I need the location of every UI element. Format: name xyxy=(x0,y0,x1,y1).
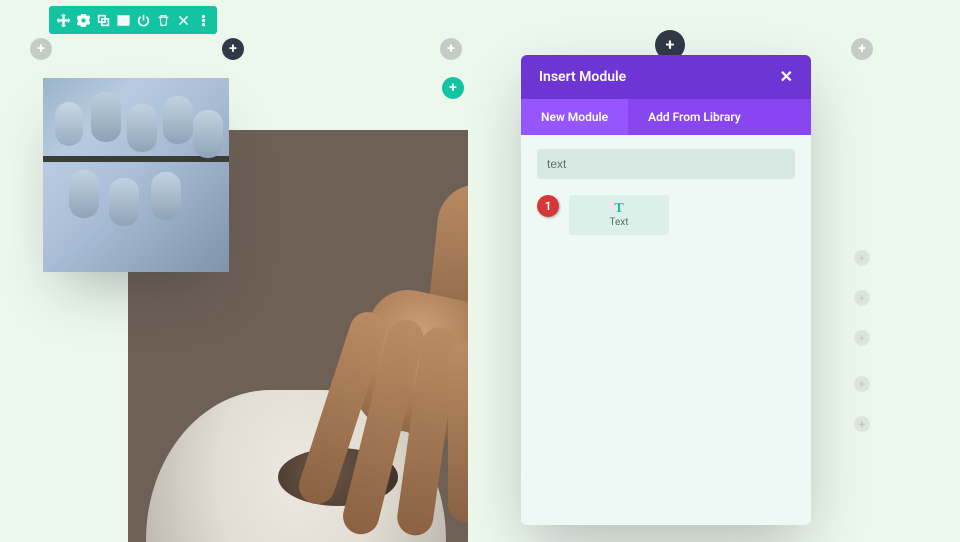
module-label: Text xyxy=(609,217,628,228)
modal-title: Insert Module xyxy=(539,69,626,85)
tab-add-from-library[interactable]: Add From Library xyxy=(628,99,761,135)
module-search-input[interactable] xyxy=(537,149,795,179)
module-text[interactable]: T Text xyxy=(569,195,669,235)
columns-icon[interactable] xyxy=(113,10,133,30)
element-toolbar xyxy=(49,6,217,34)
modal-tabs: New Module Add From Library xyxy=(521,99,811,135)
side-add-5[interactable]: + xyxy=(854,416,870,432)
side-add-4[interactable]: + xyxy=(854,376,870,392)
power-icon[interactable] xyxy=(133,10,153,30)
text-icon: T xyxy=(614,202,623,216)
add-section-button-right[interactable]: + xyxy=(851,38,873,60)
trash-icon[interactable] xyxy=(153,10,173,30)
more-icon[interactable] xyxy=(193,10,213,30)
modal-header: Insert Module ✕ xyxy=(521,55,811,99)
close-icon[interactable] xyxy=(173,10,193,30)
cups-image[interactable] xyxy=(43,78,229,272)
side-add-3[interactable]: + xyxy=(854,330,870,346)
insert-module-modal: Insert Module ✕ New Module Add From Libr… xyxy=(521,55,811,525)
add-section-button[interactable]: + xyxy=(30,38,52,60)
tab-new-module[interactable]: New Module xyxy=(521,99,628,135)
close-modal-icon[interactable]: ✕ xyxy=(780,69,793,85)
side-add-1[interactable]: + xyxy=(854,250,870,266)
gear-icon[interactable] xyxy=(73,10,93,30)
duplicate-icon[interactable] xyxy=(93,10,113,30)
move-icon[interactable] xyxy=(53,10,73,30)
side-add-2[interactable]: + xyxy=(854,290,870,306)
add-content-button[interactable]: + xyxy=(442,77,464,99)
add-column-button[interactable]: + xyxy=(440,38,462,60)
add-row-button[interactable]: + xyxy=(222,38,244,60)
step-badge: 1 xyxy=(537,195,559,217)
